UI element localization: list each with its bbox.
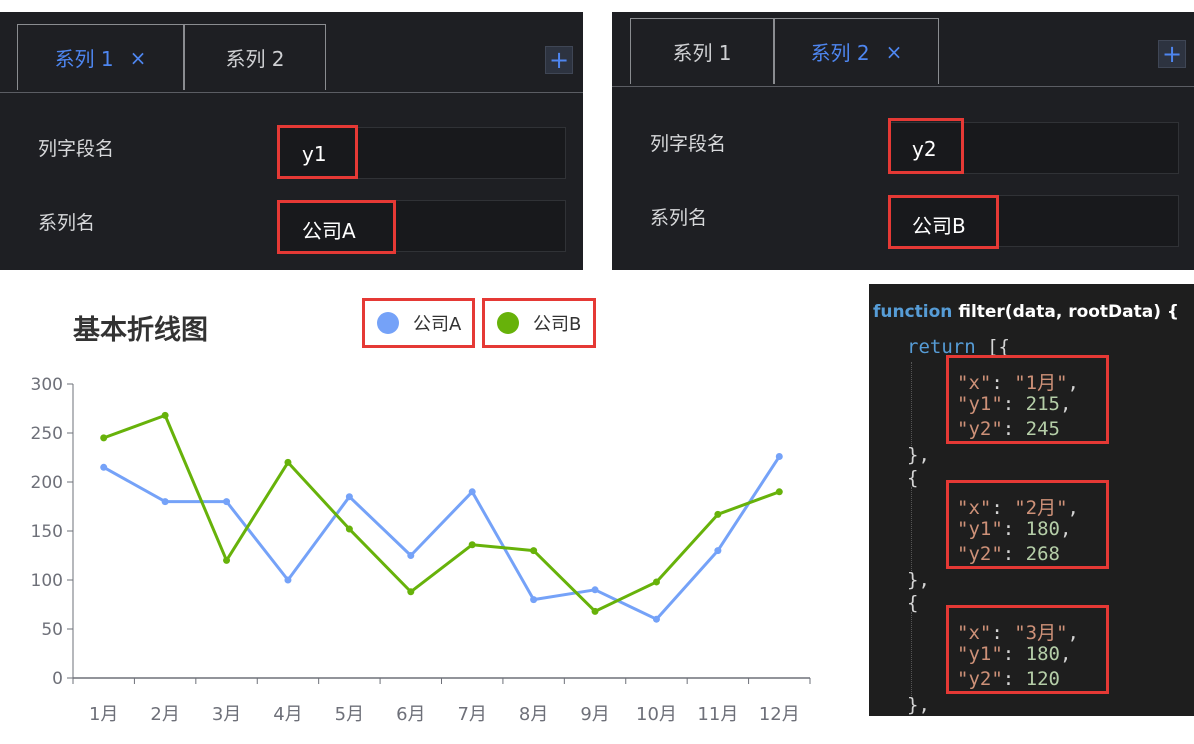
data-point	[468, 541, 476, 549]
data-point	[652, 615, 660, 623]
data-point	[714, 510, 722, 518]
data-point	[284, 576, 292, 584]
x-tick-label: 5月	[335, 704, 364, 725]
y-tick-label: 50	[41, 620, 63, 640]
add-series-button[interactable]: +	[545, 46, 573, 74]
x-tick-label: 7月	[457, 704, 486, 725]
series-name-label: 系列名	[650, 207, 708, 229]
column-field-label: 列字段名	[38, 138, 115, 160]
code-line-close: },	[907, 569, 930, 591]
data-point	[775, 488, 783, 496]
line-chart: 基本折线图 公司A 公司B 0 50 100 150 200 250 300 1月 2月 3月 4月…	[0, 278, 855, 744]
data-point	[345, 493, 353, 501]
data-point	[345, 525, 353, 533]
code-token: {	[907, 467, 919, 489]
y-tick-label: 200	[31, 473, 63, 493]
x-tick-label: 4月	[273, 704, 302, 725]
x-tick-label: 1月	[89, 704, 118, 725]
highlight-box	[277, 125, 358, 179]
highlight-box	[277, 200, 396, 254]
x-tick-label: 3月	[212, 704, 241, 725]
data-point	[100, 463, 108, 471]
code-token: {	[907, 592, 919, 614]
x-tick-label: 11月	[697, 704, 738, 725]
highlight-box	[946, 480, 1109, 569]
data-point	[530, 596, 538, 604]
column-field-label: 列字段名	[650, 133, 727, 155]
x-tick-label: 8月	[519, 704, 548, 725]
series-tab-bar: 系列 1 系列 2 × +	[612, 12, 1194, 87]
series-tab-bar: 系列 1 × 系列 2 +	[0, 12, 583, 93]
data-point	[223, 498, 231, 506]
x-tick-label: 2月	[150, 704, 179, 725]
tab-label: 系列 1	[54, 47, 114, 71]
code-line-open: {	[907, 592, 918, 614]
keyword: function	[873, 302, 953, 322]
y-tick-label: 0	[52, 669, 63, 689]
indent-guide	[911, 487, 912, 571]
data-point	[284, 458, 292, 466]
y-tick-label: 250	[31, 424, 63, 444]
x-tick-label: 9月	[580, 704, 609, 725]
series-name-label: 系列名	[38, 212, 96, 234]
series-line-2	[103, 413, 780, 613]
code-line-close: },	[907, 694, 930, 716]
code-token: },	[907, 569, 930, 591]
series-line-1	[102, 455, 781, 621]
close-icon[interactable]: ×	[886, 40, 903, 64]
data-point	[468, 488, 476, 496]
data-point	[161, 498, 169, 506]
function-signature: filter(data, rootData) {	[952, 302, 1180, 322]
x-tick-label: 10月	[636, 704, 677, 725]
data-point	[407, 552, 415, 559]
indent-guide	[911, 362, 912, 446]
data-point	[100, 434, 108, 442]
x-tick-label: 6月	[396, 704, 425, 725]
code-line-header: function filter(data, rootData) {	[873, 300, 1179, 322]
plus-icon: +	[1161, 40, 1183, 68]
indent-guide	[911, 612, 912, 696]
data-point	[530, 547, 538, 555]
tab-label: 系列 2	[810, 41, 870, 65]
tab-series-1[interactable]: 系列 1 ×	[17, 24, 184, 90]
y-tick-label: 150	[31, 522, 63, 542]
tab-label: 系列 1	[672, 41, 732, 65]
data-point	[652, 578, 660, 586]
x-tick-label: 12月	[759, 704, 800, 725]
plus-icon: +	[548, 46, 570, 74]
tab-series-2[interactable]: 系列 2	[184, 24, 326, 90]
data-point	[223, 556, 231, 564]
data-point	[591, 586, 599, 594]
data-point	[775, 453, 783, 461]
tab-series-2[interactable]: 系列 2 ×	[774, 18, 939, 84]
code-token: },	[907, 694, 930, 716]
series-config-panel-2: 系列 1 系列 2 × + 列字段名 y2 系列名 公司B	[612, 12, 1194, 270]
highlight-box	[888, 195, 999, 249]
highlight-box	[946, 605, 1109, 694]
data-point	[161, 411, 169, 419]
chart-canvas: 0 50 100 150 200 250 300 1月 2月 3月 4月 5月 6月 7月 8月 9月 10月 1…	[31, 375, 811, 725]
tab-label: 系列 2	[225, 47, 285, 71]
data-point	[591, 607, 599, 615]
tab-series-1[interactable]: 系列 1	[630, 18, 774, 84]
code-line-close: },	[907, 444, 930, 466]
y-tick-label: 300	[31, 375, 63, 395]
code-line-open: {	[907, 467, 918, 489]
y-tick-label: 100	[31, 571, 63, 591]
highlight-box	[946, 355, 1109, 444]
code-token: },	[907, 444, 930, 466]
add-series-button[interactable]: +	[1158, 40, 1186, 68]
data-point	[407, 588, 415, 596]
close-icon[interactable]: ×	[130, 46, 147, 70]
data-point	[714, 547, 722, 555]
series-config-panel-1: 系列 1 × 系列 2 + 列字段名 y1 系列名 公司A	[0, 12, 583, 270]
code-editor: function filter(data, rootData) { return…	[869, 284, 1194, 716]
highlight-box	[888, 118, 964, 174]
